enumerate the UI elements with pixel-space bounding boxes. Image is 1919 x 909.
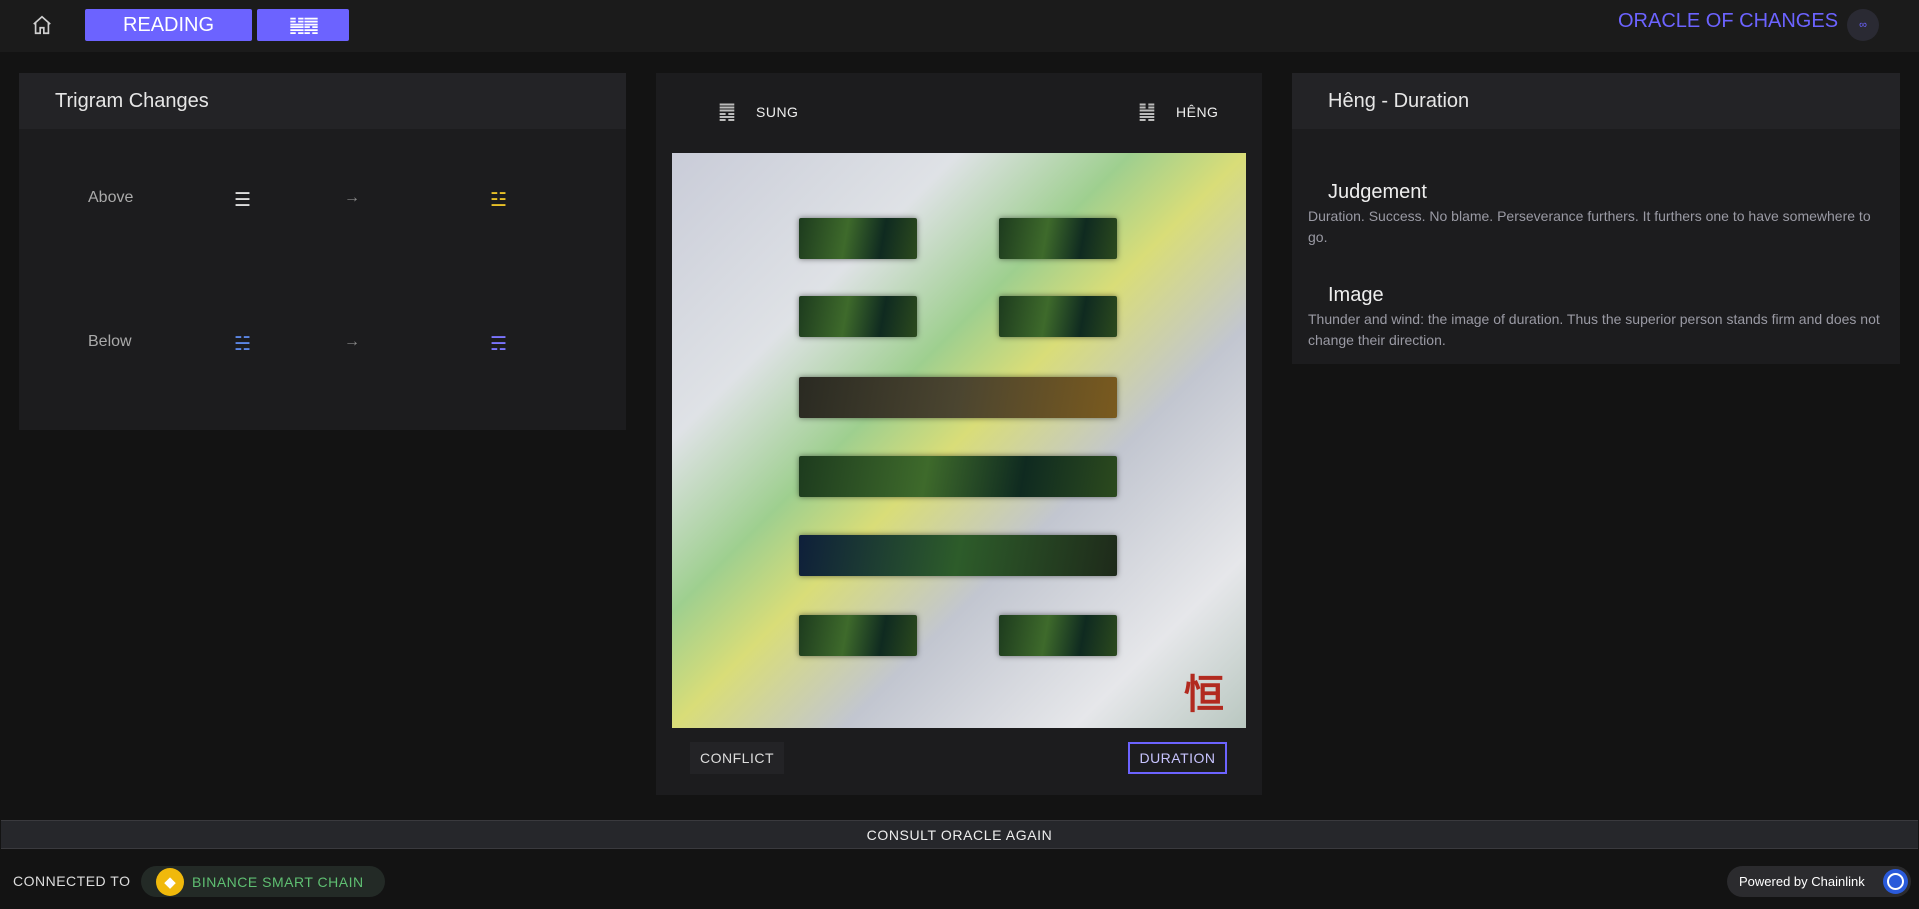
powered-by-label: Powered by Chainlink (1739, 874, 1865, 889)
network-name: BINANCE SMART CHAIN (192, 873, 364, 890)
hexagram-heng-label: HÊNG (1176, 104, 1219, 120)
trigram-from-icon: ☰ (234, 190, 252, 211)
chainlink-icon (1883, 869, 1908, 894)
seal-stamp: 恒 (1184, 671, 1224, 718)
hexagram-artwork: 恒 (672, 153, 1246, 728)
connected-label: CONNECTED TO (13, 873, 131, 889)
arrow-right-icon: → (344, 333, 360, 350)
avatar[interactable]: ∞ (1847, 9, 1879, 41)
app-title: ORACLE OF CHANGES (1618, 10, 1839, 32)
trigram-row-below: Below ☵ → ☴ (19, 329, 626, 359)
trigram-from-icon: ☵ (234, 334, 252, 355)
hexagram-sung-label: SUNG (756, 104, 799, 120)
conflict-button[interactable]: CONFLICT (690, 742, 784, 774)
hexagram-line (799, 535, 1117, 576)
trigram-to-icon: ☴ (490, 334, 508, 355)
arrow-right-icon: → (344, 189, 360, 206)
trigram-to-icon: ☳ (490, 190, 508, 211)
hexagram-line (799, 456, 1117, 497)
trigram-position-label: Above (88, 189, 134, 206)
hexagram-line (999, 615, 1117, 656)
hexagram-line (799, 218, 917, 259)
binance-icon: ◆ (156, 867, 184, 896)
top-bar: READING ䷟䷅ ORACLE OF CHANGES ∞ (0, 0, 1919, 52)
hexagram-line (799, 296, 917, 337)
trigram-changes-panel: Trigram Changes Above ☰ → ☳ Below ☵ → ☴ (19, 73, 626, 430)
hexagram-sung-icon: ䷅ (718, 101, 736, 123)
trigram-position-label: Below (88, 333, 132, 350)
image-heading: Image (1328, 284, 1384, 306)
hexagram-line (799, 377, 1117, 418)
judgement-heading: Judgement (1328, 181, 1427, 203)
hexagram-line (999, 296, 1117, 337)
reading-panel: Hêng - Duration Judgement Duration. Succ… (1292, 73, 1900, 364)
panel-title: Trigram Changes (19, 73, 626, 129)
home-icon[interactable] (29, 12, 55, 38)
reading-button[interactable]: READING (85, 9, 252, 41)
hexagram-panel: ䷅ SUNG ䷟ HÊNG 恒 CONFLICT DURATION (656, 73, 1262, 795)
network-badge[interactable]: ◆ BINANCE SMART CHAIN (141, 866, 385, 897)
hexagram-line (999, 218, 1117, 259)
trigram-row-above: Above ☰ → ☳ (19, 185, 626, 215)
consult-oracle-button[interactable]: CONSULT ORACLE AGAIN (1, 820, 1918, 849)
hexagram-line (799, 615, 917, 656)
hexagram-header: ䷅ SUNG ䷟ HÊNG (656, 73, 1262, 153)
hexagram-pair-button[interactable]: ䷟䷅ (257, 9, 349, 41)
chainlink-badge[interactable]: Powered by Chainlink (1727, 866, 1911, 897)
duration-button[interactable]: DURATION (1128, 742, 1227, 774)
panel-title: Hêng - Duration (1292, 73, 1900, 129)
judgement-text: Duration. Success. No blame. Perseveranc… (1308, 208, 1871, 245)
image-text: Thunder and wind: the image of duration.… (1308, 311, 1880, 348)
hexagram-heng-icon: ䷟ (1138, 101, 1156, 123)
